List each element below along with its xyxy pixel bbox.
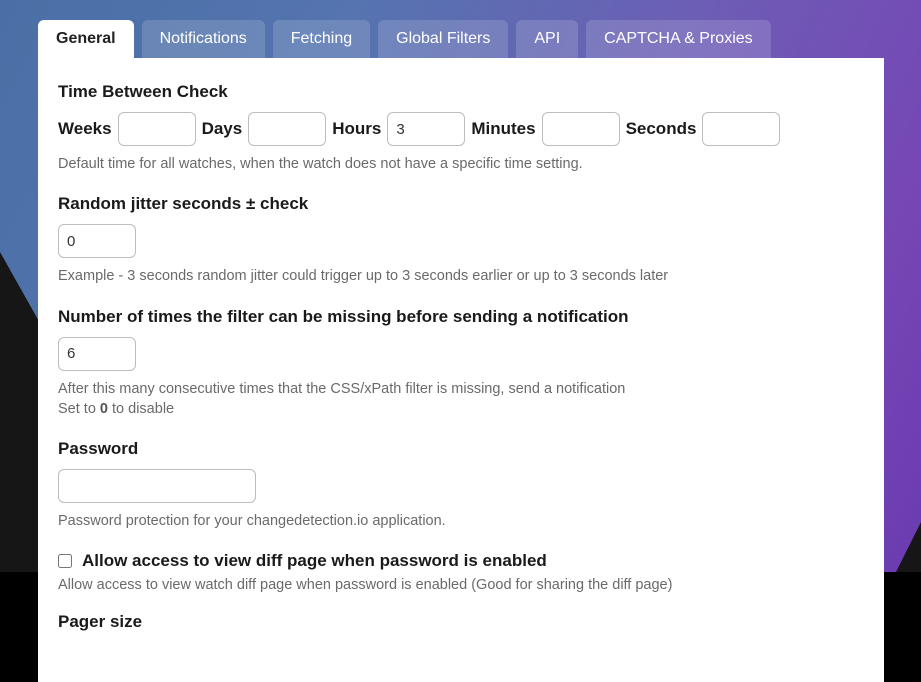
tab-general[interactable]: General bbox=[38, 20, 134, 58]
jitter-group: Random jitter seconds ± check Example - … bbox=[58, 194, 864, 286]
jitter-input[interactable] bbox=[58, 224, 136, 258]
filter-missing-helper-prefix: Set to bbox=[58, 401, 100, 417]
settings-panel: Time Between Check Weeks Days Hours Minu… bbox=[38, 58, 884, 682]
hours-input[interactable] bbox=[387, 112, 465, 146]
seconds-input[interactable] bbox=[702, 112, 780, 146]
filter-missing-group: Number of times the filter can be missin… bbox=[58, 307, 864, 420]
tabs-bar: General Notifications Fetching Global Fi… bbox=[38, 20, 884, 58]
allow-diff-helper: Allow access to view watch diff page whe… bbox=[58, 575, 864, 595]
minutes-label: Minutes bbox=[471, 119, 535, 139]
filter-missing-helper: After this many consecutive times that t… bbox=[58, 379, 864, 420]
allow-diff-group: Allow access to view diff page when pass… bbox=[58, 551, 864, 595]
tab-notifications[interactable]: Notifications bbox=[142, 20, 265, 58]
pager-size-heading: Pager size bbox=[58, 612, 864, 632]
days-input[interactable] bbox=[248, 112, 326, 146]
allow-diff-checkbox[interactable] bbox=[58, 554, 72, 568]
tab-fetching[interactable]: Fetching bbox=[273, 20, 370, 58]
weeks-label: Weeks bbox=[58, 119, 112, 139]
password-input[interactable] bbox=[58, 469, 256, 503]
jitter-helper: Example - 3 seconds random jitter could … bbox=[58, 266, 864, 286]
filter-missing-helper-line1: After this many consecutive times that t… bbox=[58, 381, 625, 397]
filter-missing-helper-suffix: to disable bbox=[108, 401, 174, 417]
password-heading: Password bbox=[58, 439, 864, 459]
password-group: Password Password protection for your ch… bbox=[58, 439, 864, 531]
allow-diff-label: Allow access to view diff page when pass… bbox=[82, 551, 547, 571]
minutes-input[interactable] bbox=[542, 112, 620, 146]
time-between-row: Weeks Days Hours Minutes Seconds bbox=[58, 112, 864, 146]
filter-missing-heading: Number of times the filter can be missin… bbox=[58, 307, 864, 327]
tab-api[interactable]: API bbox=[516, 20, 578, 58]
hours-label: Hours bbox=[332, 119, 381, 139]
filter-missing-input[interactable] bbox=[58, 337, 136, 371]
time-between-heading: Time Between Check bbox=[58, 82, 864, 102]
settings-container: General Notifications Fetching Global Fi… bbox=[38, 20, 884, 682]
days-label: Days bbox=[202, 119, 243, 139]
password-helper: Password protection for your changedetec… bbox=[58, 511, 864, 531]
pager-size-group: Pager size bbox=[58, 612, 864, 632]
jitter-heading: Random jitter seconds ± check bbox=[58, 194, 864, 214]
tab-captcha-proxies[interactable]: CAPTCHA & Proxies bbox=[586, 20, 770, 58]
time-between-check-group: Time Between Check Weeks Days Hours Minu… bbox=[58, 82, 864, 174]
tab-global-filters[interactable]: Global Filters bbox=[378, 20, 508, 58]
seconds-label: Seconds bbox=[626, 119, 697, 139]
weeks-input[interactable] bbox=[118, 112, 196, 146]
time-between-helper: Default time for all watches, when the w… bbox=[58, 154, 864, 174]
filter-missing-helper-bold: 0 bbox=[100, 401, 108, 417]
